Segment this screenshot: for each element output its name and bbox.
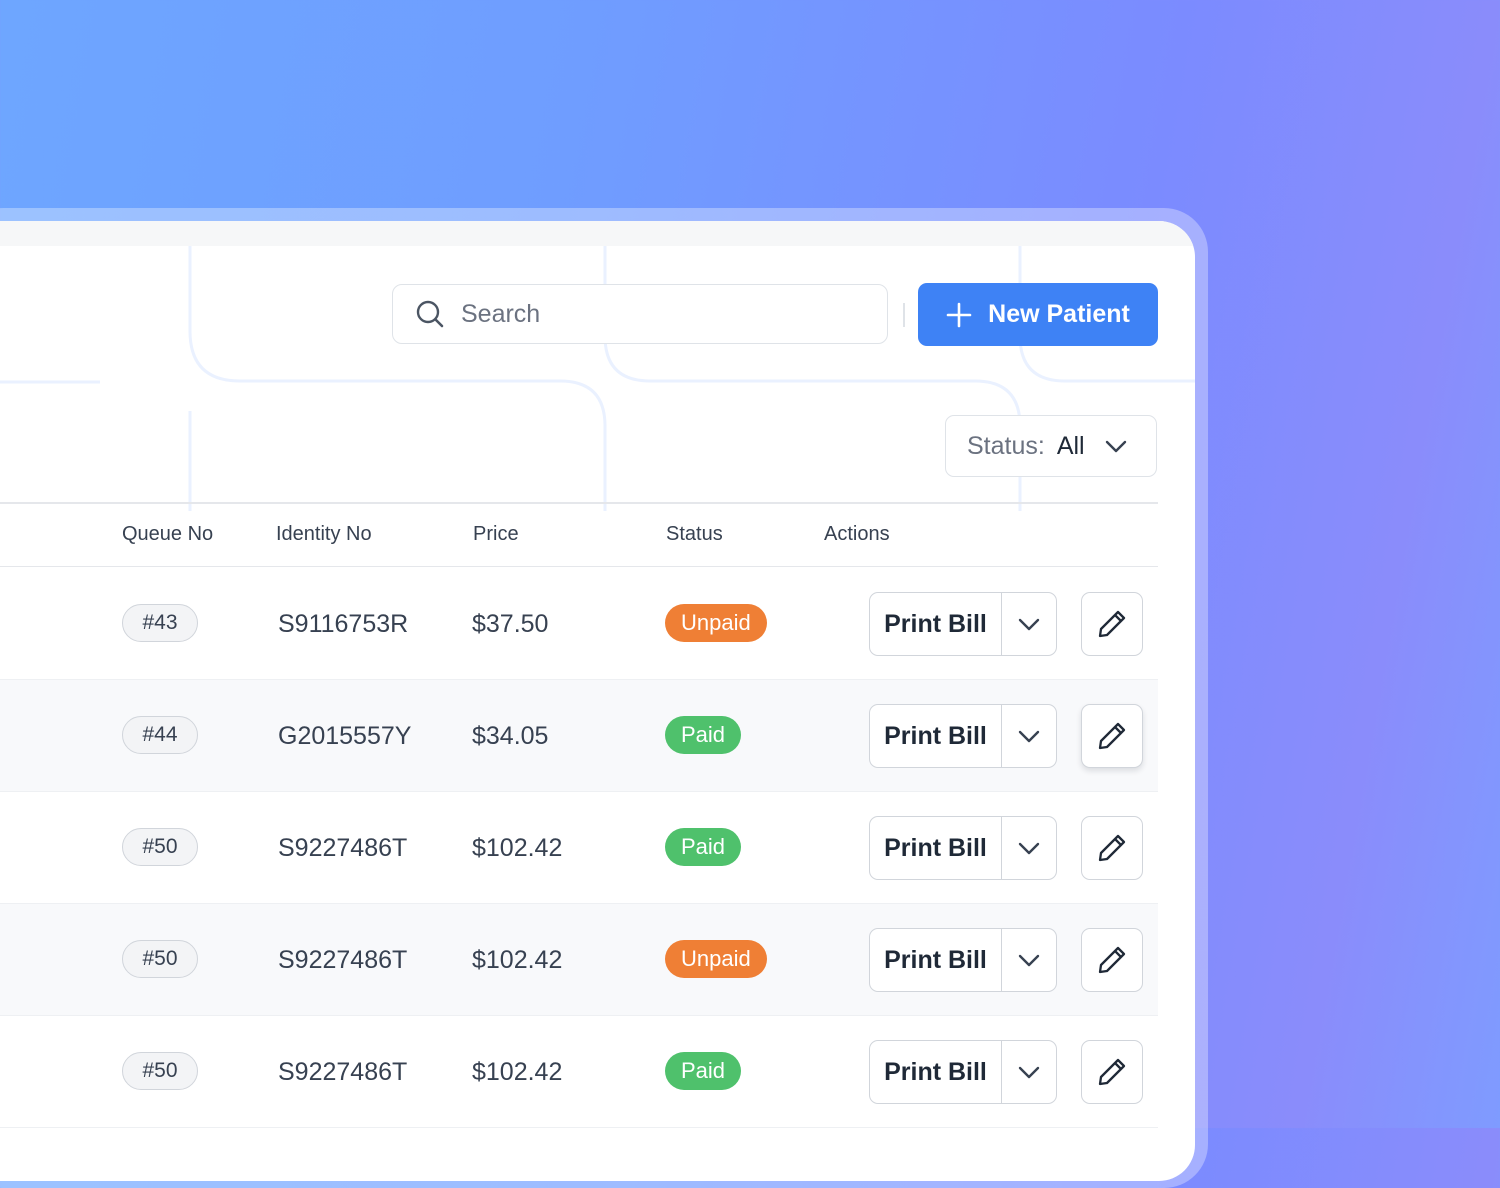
chevron-down-icon [1016, 947, 1042, 973]
queue-number: #43 [122, 604, 198, 642]
column-header-identity-no: Identity No [276, 523, 372, 545]
status-filter-dropdown[interactable]: Status: All [945, 415, 1157, 477]
search-icon [415, 299, 445, 329]
print-bill-options-button[interactable] [1002, 1041, 1056, 1103]
table-row: #50 S9227486T $102.42 Paid Print Bill [0, 1016, 1158, 1128]
pencil-icon [1096, 608, 1128, 640]
identity-number: G2015557Y [278, 722, 412, 750]
pencil-icon [1096, 720, 1128, 752]
print-bill-button[interactable]: Print Bill [870, 1041, 1002, 1103]
identity-number: S9227486T [278, 946, 408, 974]
print-bill-options-button[interactable] [1002, 929, 1056, 991]
table-row: #50 S9227486T $102.42 Paid Print Bill [0, 792, 1158, 904]
identity-number: S9227486T [278, 834, 408, 862]
column-header-status: Status [666, 523, 723, 545]
print-bill-split-button: Print Bill [869, 704, 1057, 768]
edit-button[interactable] [1081, 1040, 1143, 1104]
print-bill-button[interactable]: Print Bill [870, 593, 1002, 655]
pencil-icon [1096, 832, 1128, 864]
edit-button[interactable] [1081, 704, 1143, 768]
column-header-actions: Actions [824, 523, 890, 545]
search-box[interactable] [392, 284, 888, 344]
print-bill-button[interactable]: Print Bill [870, 705, 1002, 767]
status-filter-label: Status: [967, 431, 1045, 460]
queue-number: #50 [122, 828, 198, 866]
print-bill-split-button: Print Bill [869, 928, 1057, 992]
chevron-down-icon [1016, 1059, 1042, 1085]
table-header: Queue No Identity No Price Status Action… [0, 503, 1158, 567]
pencil-icon [1096, 944, 1128, 976]
new-patient-label: New Patient [988, 300, 1130, 328]
print-bill-split-button: Print Bill [869, 1040, 1057, 1104]
table-row: #43 S9116753R $37.50 Unpaid Print Bill [0, 568, 1158, 680]
edit-button[interactable] [1081, 928, 1143, 992]
table-row: #50 S9227486T $102.42 Unpaid Print Bill [0, 904, 1158, 1016]
identity-number: S9227486T [278, 1058, 408, 1086]
panel-header-band [0, 221, 1195, 246]
price: $102.42 [472, 1058, 563, 1086]
queue-number: #50 [122, 1052, 198, 1090]
plus-icon [946, 302, 972, 328]
patients-panel: New Patient Status: All Queue No Identit… [0, 221, 1195, 1181]
search-input[interactable] [459, 298, 863, 330]
status-badge: Unpaid [665, 604, 767, 642]
status-filter-value: All [1056, 431, 1085, 460]
table-row: #44 G2015557Y $34.05 Paid Print Bill [0, 680, 1158, 792]
print-bill-split-button: Print Bill [869, 816, 1057, 880]
edit-button[interactable] [1081, 816, 1143, 880]
queue-number: #50 [122, 940, 198, 978]
price: $37.50 [472, 610, 549, 638]
chevron-down-icon [1016, 723, 1042, 749]
print-bill-button[interactable]: Print Bill [870, 817, 1002, 879]
chevron-down-icon [1016, 835, 1042, 861]
price: $34.05 [472, 722, 549, 750]
pencil-icon [1096, 1056, 1128, 1088]
toolbar-divider [903, 303, 905, 327]
print-bill-options-button[interactable] [1002, 817, 1056, 879]
queue-number: #44 [122, 716, 198, 754]
edit-button[interactable] [1081, 592, 1143, 656]
price: $102.42 [472, 834, 563, 862]
identity-number: S9116753R [278, 610, 409, 638]
status-badge: Paid [665, 1052, 742, 1090]
status-badge: Unpaid [665, 940, 767, 978]
print-bill-options-button[interactable] [1002, 705, 1056, 767]
status-badge: Paid [665, 828, 742, 866]
chevron-down-icon [1103, 433, 1129, 459]
column-header-queue-no: Queue No [122, 523, 214, 545]
print-bill-split-button: Print Bill [869, 592, 1057, 656]
price: $102.42 [472, 946, 563, 974]
column-header-price: Price [473, 523, 519, 545]
print-bill-button[interactable]: Print Bill [870, 929, 1002, 991]
new-patient-button[interactable]: New Patient [918, 283, 1158, 346]
print-bill-options-button[interactable] [1002, 593, 1056, 655]
status-badge: Paid [665, 716, 742, 754]
chevron-down-icon [1016, 611, 1042, 637]
